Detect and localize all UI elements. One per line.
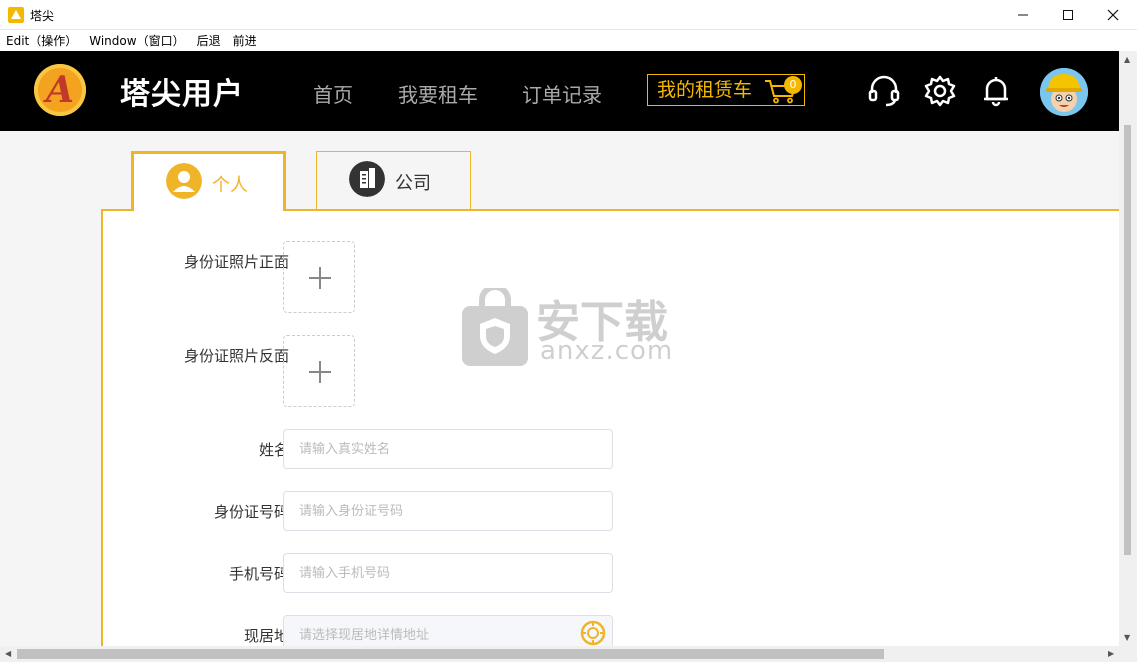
person-icon xyxy=(166,163,202,199)
logo[interactable]: A xyxy=(34,64,86,116)
window-titlebar: 塔尖 xyxy=(0,0,1137,30)
gear-icon[interactable] xyxy=(923,74,957,108)
close-icon xyxy=(1107,9,1119,21)
tab-company-label: 公司 xyxy=(395,173,431,194)
id-number-input[interactable] xyxy=(283,491,613,531)
menu-forward[interactable]: 前进 xyxy=(233,32,257,49)
id-number-label: 身份证号码 xyxy=(213,503,289,521)
id-front-label: 身份证照片正面 xyxy=(183,253,289,271)
menu-edit[interactable]: Edit（操作） xyxy=(6,32,77,49)
horizontal-scroll-thumb[interactable] xyxy=(17,649,884,659)
scroll-right-icon[interactable]: ▶ xyxy=(1108,649,1114,658)
phone-label: 手机号码 xyxy=(228,565,289,583)
nav-home[interactable]: 首页 xyxy=(313,79,353,108)
nav-rent-car[interactable]: 我要租车 xyxy=(398,79,478,108)
maximize-button[interactable] xyxy=(1045,0,1091,30)
phone-input[interactable] xyxy=(283,553,613,593)
id-back-label: 身份证照片反面 xyxy=(183,347,289,365)
minimize-button[interactable] xyxy=(1000,0,1046,30)
watermark-url: anxz.com xyxy=(540,336,674,366)
close-button[interactable] xyxy=(1090,0,1136,30)
vertical-scroll-thumb[interactable] xyxy=(1124,125,1131,555)
headset-icon[interactable] xyxy=(867,74,901,108)
location-target-icon[interactable] xyxy=(580,620,606,646)
bell-icon[interactable] xyxy=(979,74,1013,108)
menu-back[interactable]: 后退 xyxy=(197,32,221,49)
horizontal-scrollbar[interactable]: ◀ ▶ xyxy=(0,646,1137,662)
name-input[interactable] xyxy=(283,429,613,469)
tab-company[interactable]: 公司 xyxy=(316,151,471,209)
tab-personal-label: 个人 xyxy=(212,175,248,196)
scroll-left-icon[interactable]: ◀ xyxy=(5,649,11,658)
cart-count-badge: 0 xyxy=(784,76,802,94)
scroll-up-icon[interactable]: ▲ xyxy=(1124,55,1130,64)
id-front-upload[interactable] xyxy=(283,241,355,313)
window-title: 塔尖 xyxy=(30,9,55,23)
tab-personal[interactable]: 个人 xyxy=(131,151,286,211)
avatar[interactable] xyxy=(1040,68,1088,116)
watermark: 安下载 anxz.com xyxy=(460,284,680,373)
nav-order-records[interactable]: 订单记录 xyxy=(522,79,602,108)
menu-bar: Edit（操作） Window（窗口） 后退 前进 xyxy=(0,30,1137,51)
cart-label: 我的租赁车 xyxy=(657,79,753,101)
top-navigation: A 塔尖用户 首页 我要租车 订单记录 我的租赁车 0 xyxy=(0,51,1119,131)
scroll-down-icon[interactable]: ▼ xyxy=(1124,633,1130,642)
building-icon xyxy=(349,161,385,197)
maximize-icon xyxy=(1063,10,1073,20)
app-icon xyxy=(8,7,24,23)
worker-avatar-icon xyxy=(1040,68,1088,116)
id-back-upload[interactable] xyxy=(283,335,355,407)
brand-title: 塔尖用户 xyxy=(120,77,244,112)
minimize-icon xyxy=(1018,14,1028,16)
my-rental-cart-button[interactable]: 我的租赁车 xyxy=(647,74,805,106)
shield-bag-icon xyxy=(462,284,528,366)
menu-window[interactable]: Window（窗口） xyxy=(89,32,184,49)
vertical-scrollbar[interactable]: ▲ ▼ xyxy=(1119,51,1137,646)
